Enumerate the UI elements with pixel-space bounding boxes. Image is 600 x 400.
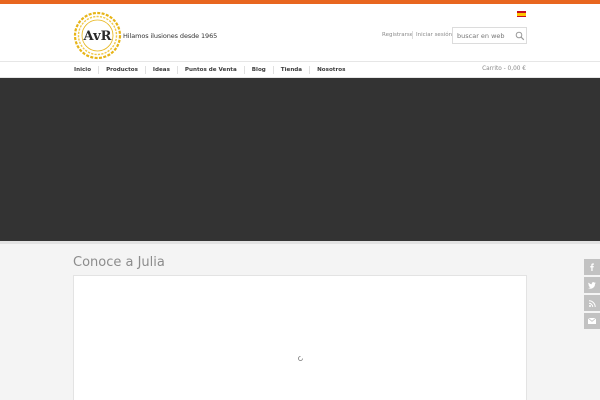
twitter-share-button[interactable] xyxy=(584,277,600,293)
page-title: Conoce a Julia xyxy=(73,255,165,270)
account-divider xyxy=(412,31,413,39)
search-icon[interactable] xyxy=(515,31,525,41)
spain-flag-icon[interactable] xyxy=(517,11,526,17)
nav-item-inicio[interactable]: Inicio xyxy=(73,66,98,74)
nav-item-nosotros[interactable]: Nosotros xyxy=(309,66,352,74)
nav-item-blog[interactable]: Blog xyxy=(243,66,273,74)
email-icon xyxy=(588,318,596,324)
nav-item-puntos-de-venta[interactable]: Puntos de Venta xyxy=(176,66,244,74)
cart-link[interactable]: Carrito - 0,00 € xyxy=(482,66,526,72)
loading-spinner-icon xyxy=(298,356,303,361)
site-tagline: Hilamos ilusiones desde 1965 xyxy=(123,32,218,40)
hero-banner xyxy=(0,78,600,241)
email-share-button[interactable] xyxy=(584,313,600,329)
rss-icon xyxy=(588,299,596,307)
register-link[interactable]: Registrarse xyxy=(382,32,413,38)
logo-emblem: AvR xyxy=(73,11,122,60)
search-box xyxy=(452,27,527,44)
nav-item-tienda[interactable]: Tienda xyxy=(272,66,309,74)
logo-text: AvR xyxy=(83,29,112,44)
login-link[interactable]: Iniciar sesión xyxy=(416,32,452,38)
facebook-share-button[interactable] xyxy=(584,259,600,275)
facebook-icon xyxy=(590,263,594,271)
content-panel xyxy=(73,275,527,400)
main-navigation: Inicio Productos Ideas Puntos de Venta B… xyxy=(0,61,600,78)
site-header: AvR Hilamos ilusiones desde 1965 Registr… xyxy=(0,4,600,61)
search-input[interactable] xyxy=(457,30,513,42)
site-logo[interactable]: AvR Hilamos ilusiones desde 1965 xyxy=(73,11,217,61)
nav-item-ideas[interactable]: Ideas xyxy=(144,66,177,74)
rss-feed-button[interactable] xyxy=(584,295,600,311)
nav-item-productos[interactable]: Productos xyxy=(98,66,145,74)
twitter-icon xyxy=(588,281,596,289)
banner-divider xyxy=(0,241,600,244)
